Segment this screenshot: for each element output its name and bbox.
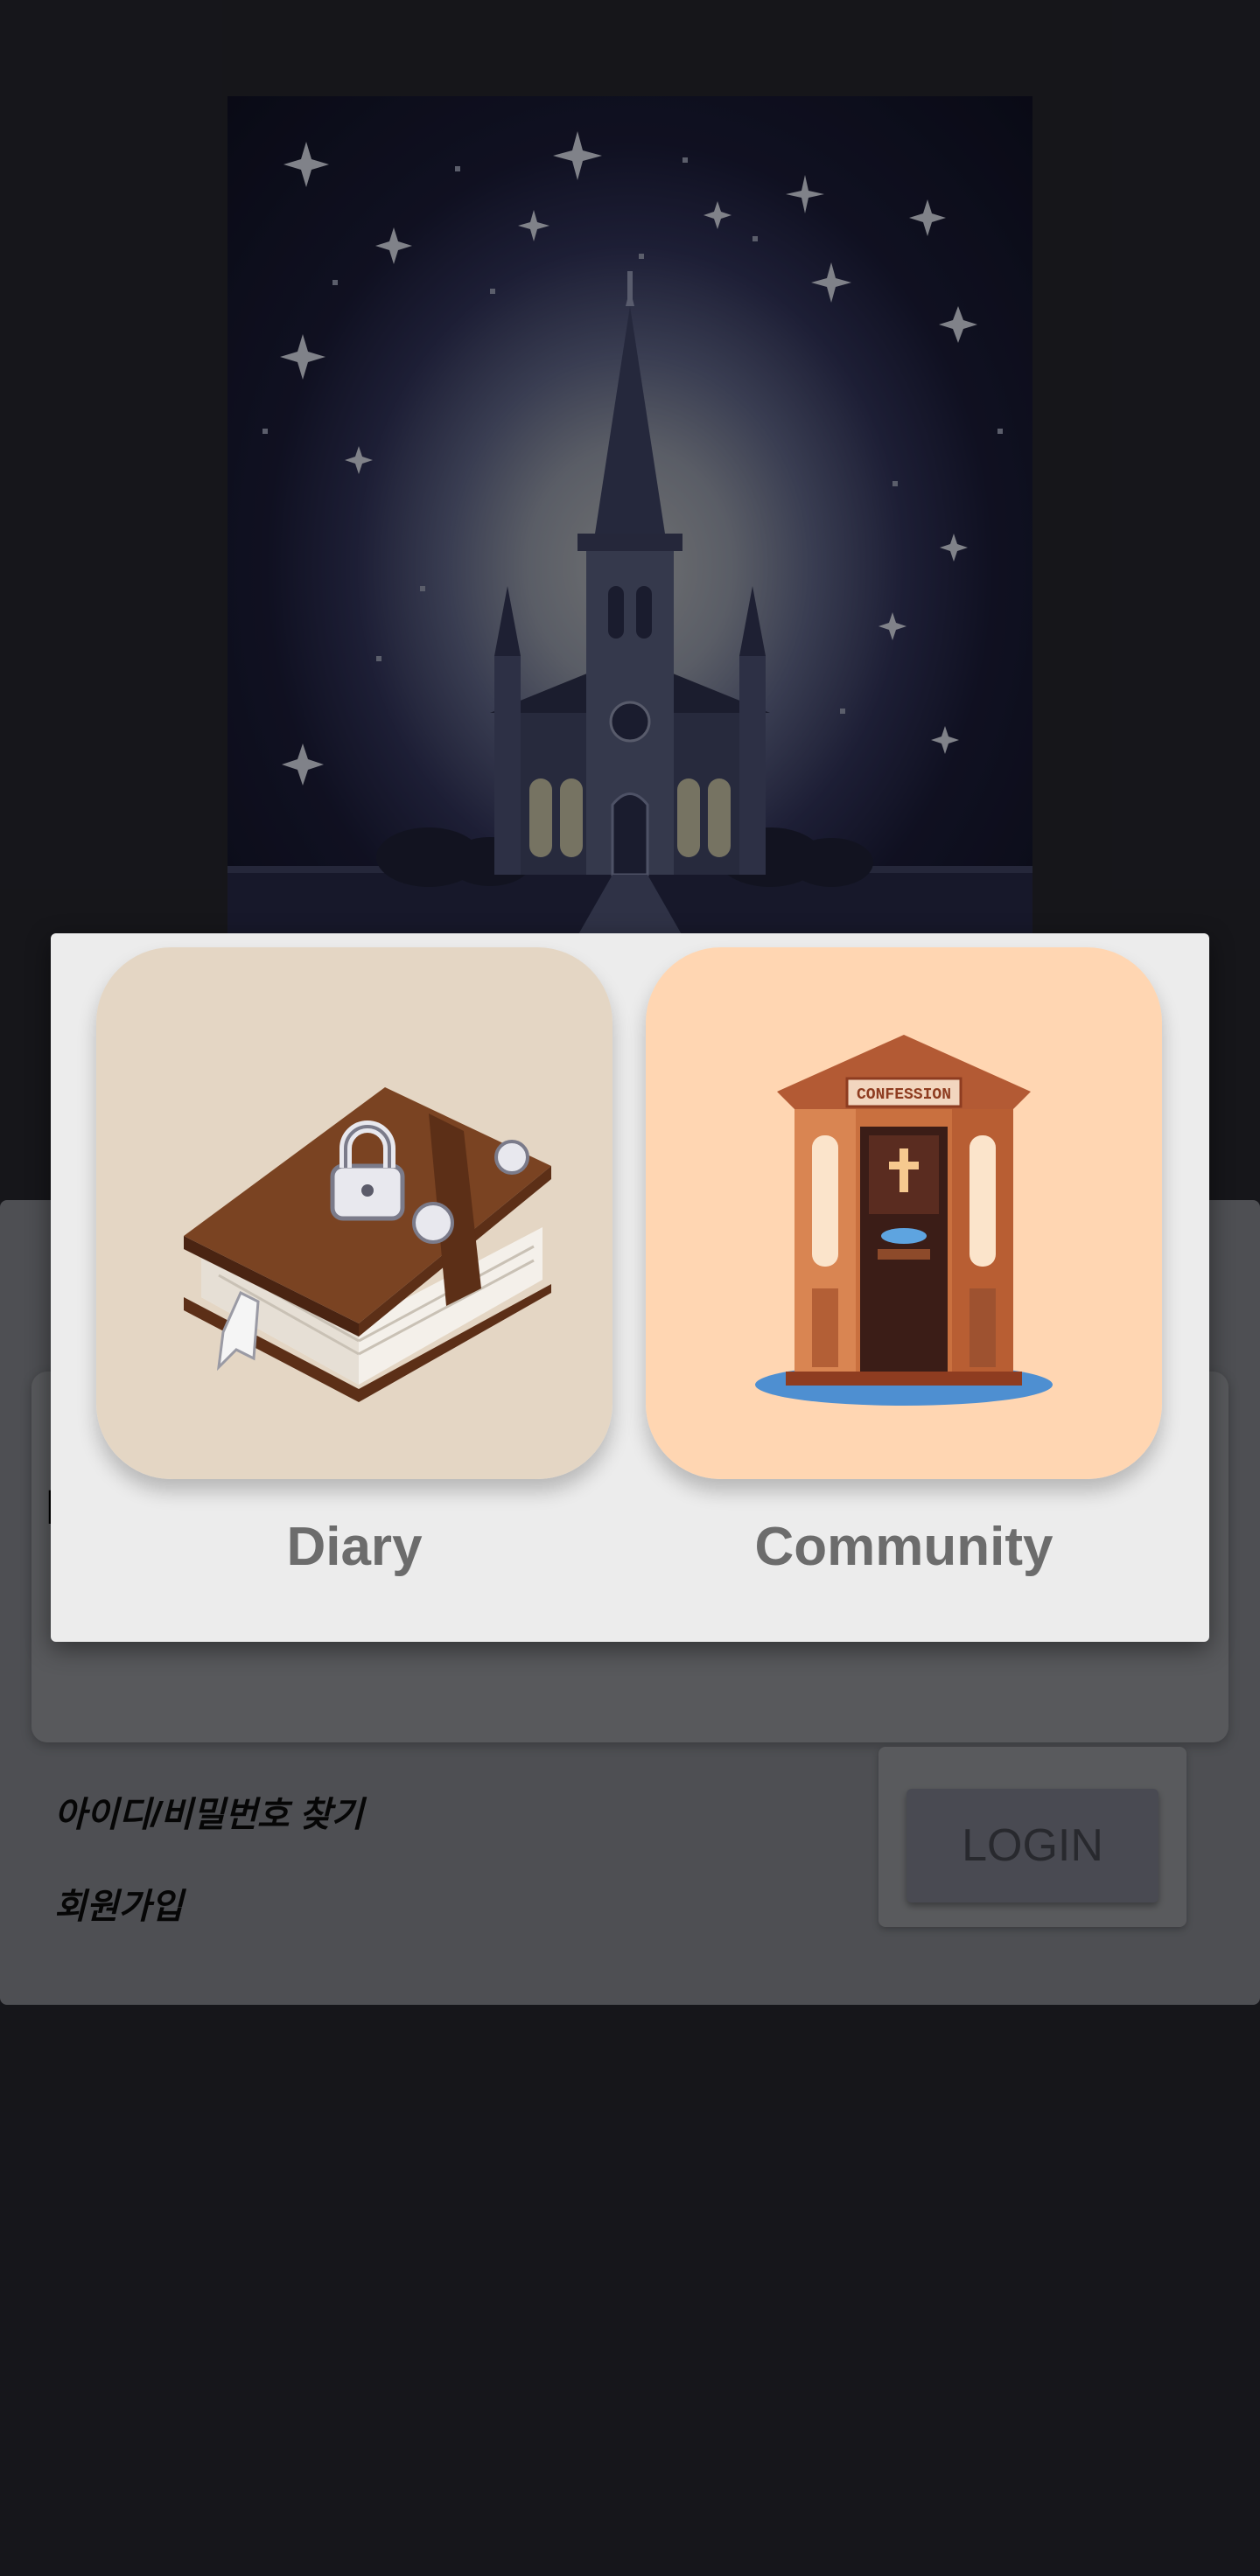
svg-text:CONFESSION: CONFESSION xyxy=(857,1086,951,1104)
diary-option[interactable]: Diary xyxy=(96,947,612,1577)
confession-booth-icon: CONFESSION xyxy=(646,947,1162,1479)
locked-book-icon xyxy=(96,947,612,1479)
community-option[interactable]: CONFESSION Community xyxy=(646,947,1162,1577)
diary-label: Diary xyxy=(286,1517,423,1577)
community-label: Community xyxy=(754,1517,1054,1577)
mode-select-dialog: Diary CONFESSION Community xyxy=(51,933,1209,1642)
